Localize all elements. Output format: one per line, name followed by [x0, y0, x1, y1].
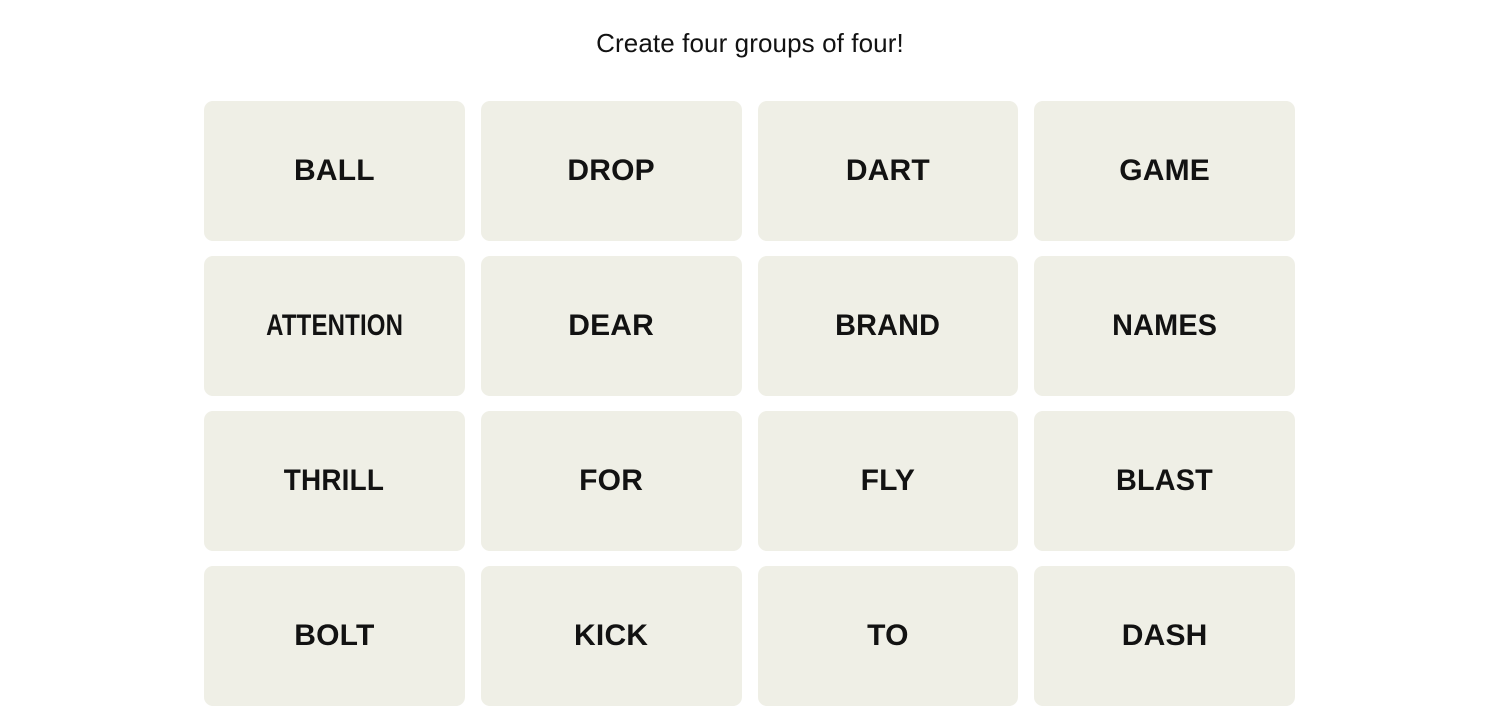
- word-tile-label: DEAR: [568, 309, 655, 342]
- word-tile-label: FLY: [860, 464, 916, 497]
- word-tile-label: DASH: [1121, 619, 1208, 652]
- word-tile[interactable]: DART: [757, 101, 1019, 241]
- word-tile[interactable]: BLAST: [1034, 411, 1295, 551]
- word-tile-label: TO: [867, 619, 909, 652]
- word-tile-label: THRILL: [284, 464, 385, 497]
- word-tile-label: BOLT: [294, 619, 375, 652]
- word-tile[interactable]: BRAND: [757, 256, 1019, 396]
- word-tile-label: ATTENTION: [265, 309, 403, 342]
- word-tile[interactable]: ATTENTION: [204, 256, 465, 396]
- word-tile[interactable]: DROP: [480, 101, 742, 241]
- connections-game: Create four groups of four! BALL DROP DART…: [0, 0, 1500, 715]
- word-tile-label: NAMES: [1112, 309, 1218, 342]
- word-tile[interactable]: GAME: [1034, 101, 1295, 241]
- word-tile[interactable]: DEAR: [480, 256, 742, 396]
- word-tile-label: KICK: [574, 619, 649, 652]
- word-tile-label: FOR: [579, 464, 644, 497]
- instruction-bar: Create four groups of four!: [0, 0, 1500, 85]
- word-tile[interactable]: KICK: [480, 566, 742, 706]
- word-tile[interactable]: FOR: [480, 411, 742, 551]
- word-tile-label: GAME: [1119, 154, 1211, 187]
- word-tile-label: BRAND: [835, 309, 941, 342]
- word-tile[interactable]: NAMES: [1034, 256, 1295, 396]
- word-tile-label: BLAST: [1116, 464, 1214, 497]
- word-tile-label: DROP: [567, 154, 655, 187]
- word-tile-label: BALL: [293, 154, 375, 187]
- word-tile[interactable]: TO: [757, 566, 1019, 706]
- word-tile[interactable]: BOLT: [204, 566, 465, 706]
- word-grid: BALL DROP DART GAME ATTENTION DEAR BRAND NAMES T…: [204, 101, 1295, 706]
- word-tile[interactable]: BALL: [204, 101, 465, 241]
- word-tile-label: DART: [845, 154, 930, 187]
- word-tile[interactable]: FLY: [757, 411, 1019, 551]
- word-tile[interactable]: DASH: [1034, 566, 1295, 706]
- word-tile[interactable]: THRILL: [204, 411, 465, 551]
- instruction-text: Create four groups of four!: [596, 27, 904, 58]
